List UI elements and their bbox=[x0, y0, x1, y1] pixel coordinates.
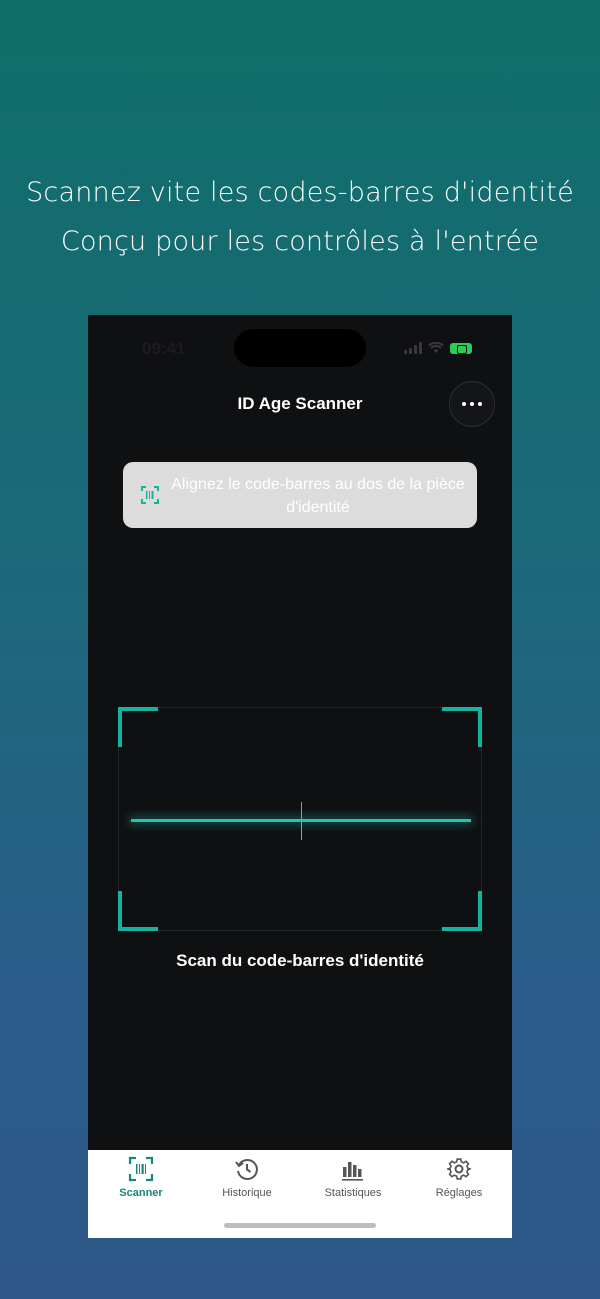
tab-statistiques[interactable]: Statistiques bbox=[300, 1156, 406, 1199]
tab-label: Scanner bbox=[119, 1187, 163, 1199]
tab-reglages[interactable]: Réglages bbox=[406, 1156, 512, 1199]
promo-line-1: Scannez vite les codes-barres d'identité bbox=[26, 177, 574, 208]
tab-label: Historique bbox=[222, 1187, 272, 1199]
hint-text: Alignez le code-barres au dos de la pièc… bbox=[171, 476, 465, 516]
crosshair bbox=[301, 802, 302, 840]
promo-text: Scannez vite les codes-barres d'identité… bbox=[0, 168, 600, 266]
home-indicator bbox=[224, 1223, 376, 1228]
gear-icon bbox=[447, 1158, 471, 1180]
viewfinder-corner-bottom-left bbox=[118, 891, 158, 931]
barcode-scan-icon bbox=[128, 1156, 154, 1182]
tab-bar: Scanner Historique Statistiques Réglages bbox=[88, 1150, 512, 1238]
signal-icon bbox=[404, 342, 422, 354]
viewfinder-corner-top-right bbox=[442, 707, 482, 747]
tab-label: Réglages bbox=[435, 1187, 483, 1199]
dynamic-island bbox=[234, 329, 366, 367]
scan-viewfinder bbox=[118, 707, 482, 931]
bar-chart-icon bbox=[342, 1162, 363, 1181]
status-icons bbox=[404, 342, 472, 354]
tab-scanner[interactable]: Scanner bbox=[88, 1156, 194, 1199]
tab-historique[interactable]: Historique bbox=[194, 1156, 300, 1199]
status-time: 09:41 bbox=[142, 339, 186, 358]
scan-caption: Scan du code-barres d'identité bbox=[176, 951, 424, 970]
viewfinder-corner-top-left bbox=[118, 707, 158, 747]
wifi-icon bbox=[428, 342, 444, 353]
promo-line-2: Conçu pour les contrôles à l'entrée bbox=[60, 226, 540, 257]
barcode-scan-icon bbox=[141, 486, 159, 504]
history-icon bbox=[235, 1158, 258, 1180]
hint-banner: Alignez le code-barres au dos de la pièc… bbox=[123, 462, 477, 528]
battery-icon bbox=[450, 343, 472, 354]
viewfinder-corner-bottom-right bbox=[442, 891, 482, 931]
phone-screen: 09:41 ID Age Scanner Alignez le code-bar… bbox=[88, 315, 512, 1238]
tab-label: Statistiques bbox=[324, 1187, 382, 1199]
more-icon bbox=[462, 402, 466, 406]
more-button[interactable] bbox=[449, 381, 495, 427]
